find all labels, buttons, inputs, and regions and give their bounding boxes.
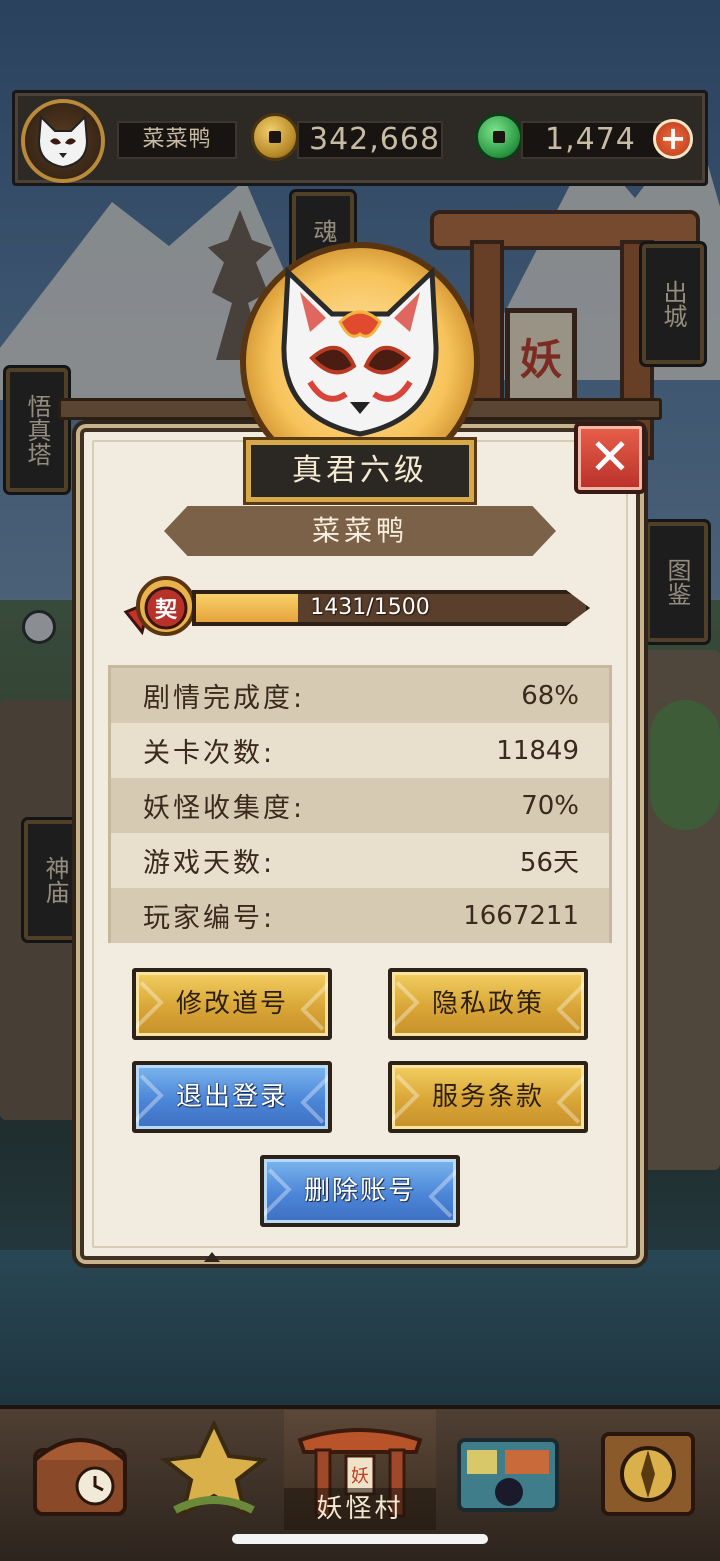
rename-button-label: 修改道号	[175, 989, 288, 1019]
rank-title: 真君六级	[246, 440, 474, 502]
player-name: 菜菜鸭	[142, 127, 212, 152]
stats-table: 剧情完成度: 68% 关卡次数: 11849 妖怪收集度: 70% 游戏天数: …	[108, 665, 612, 943]
gold-field: 342,668	[297, 121, 443, 159]
stat-row-story: 剧情完成度: 68%	[111, 668, 609, 723]
player-name-banner: 菜菜鸭	[164, 506, 556, 556]
stat-value: 11849	[496, 735, 579, 766]
stat-value: 70%	[521, 790, 579, 821]
jade-coin-icon	[475, 113, 523, 161]
stat-value: 1667211	[463, 900, 579, 931]
logout-button-label: 退出登录	[175, 1082, 288, 1112]
gold-coin-icon	[251, 113, 299, 161]
privacy-policy-button[interactable]: 隐私政策	[388, 968, 588, 1040]
stat-label: 玩家编号:	[143, 903, 276, 934]
terms-button-label: 服务条款	[431, 1082, 544, 1112]
nav-item-map[interactable]	[580, 1410, 716, 1530]
treasure-chest-icon	[33, 1438, 127, 1516]
dialog-corner-marker	[204, 1252, 220, 1262]
home-indicator[interactable]	[232, 1534, 488, 1544]
stat-row-player-id: 玩家编号: 1667211	[111, 888, 609, 943]
gold-amount: 342,668	[309, 122, 441, 157]
player-avatar[interactable]	[21, 99, 105, 183]
nav-item-cultivation[interactable]	[146, 1410, 282, 1530]
nav-label-yokai-village: 妖怪村	[284, 1488, 436, 1530]
delete-account-button[interactable]: 删除账号	[260, 1155, 460, 1227]
player-name-field: 菜菜鸭	[117, 121, 237, 159]
add-jade-button[interactable]: +	[653, 119, 693, 159]
rename-button[interactable]: 修改道号	[132, 968, 332, 1040]
stat-value: 68%	[521, 680, 579, 711]
fox-mask-icon	[281, 266, 439, 437]
compass-map-icon	[601, 1432, 695, 1516]
stat-row-collection: 妖怪收集度: 70%	[111, 778, 609, 833]
resource-bar: 菜菜鸭 342,668 1,474 +	[12, 90, 708, 186]
delete-account-button-label: 删除账号	[303, 1176, 416, 1206]
stat-row-days: 游戏天数: 56天	[111, 833, 609, 888]
xp-text: 1431/1500	[310, 595, 430, 620]
fox-mask-icon	[37, 114, 89, 169]
stat-value: 56天	[519, 848, 579, 878]
contract-seal-label: 契	[154, 598, 178, 623]
nav-item-chest[interactable]	[12, 1410, 148, 1530]
nav-item-market[interactable]	[440, 1410, 576, 1530]
terms-button[interactable]: 服务条款	[388, 1061, 588, 1133]
jade-amount: 1,474	[545, 122, 636, 157]
stat-label: 剧情完成度:	[143, 683, 306, 714]
market-stall-icon	[457, 1438, 559, 1512]
stat-label: 妖怪收集度:	[143, 793, 306, 824]
stat-row-stages: 关卡次数: 11849	[111, 723, 609, 778]
close-button[interactable]: ✕	[574, 422, 646, 494]
stat-label: 关卡次数:	[143, 738, 276, 769]
privacy-policy-button-label: 隐私政策	[431, 989, 544, 1019]
golden-statue-icon	[159, 1420, 269, 1519]
stat-label: 游戏天数:	[143, 848, 276, 879]
village-gate-plaque: 妖	[351, 1466, 369, 1487]
logout-button[interactable]: 退出登录	[132, 1061, 332, 1133]
